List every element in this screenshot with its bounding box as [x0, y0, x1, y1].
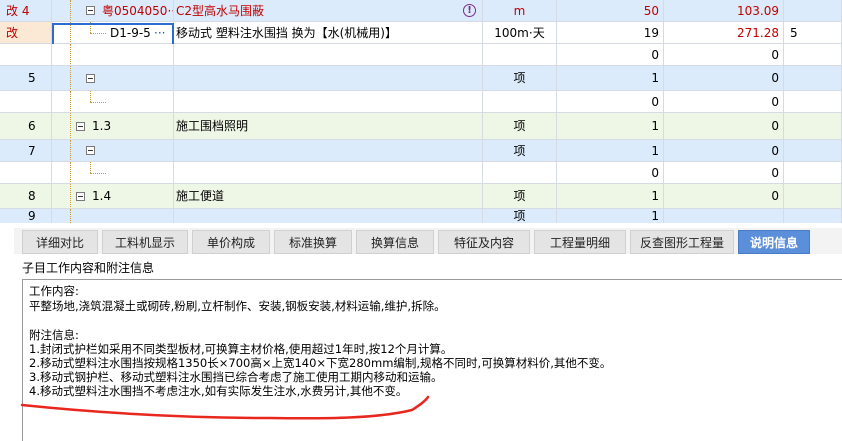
tab-description-info[interactable]: 说明信息 [738, 230, 810, 254]
quantity-cell[interactable]: 0 [557, 44, 664, 66]
tab-features-content[interactable]: 特征及内容 [438, 230, 530, 254]
work-content-text: 平整场地,浇筑混凝土或砌砖,粉刷,立杆制作、安装,钢板安装,材料运输,维护,拆除… [29, 299, 446, 313]
item-name: C2型高水马围蔽 [176, 4, 265, 18]
unit-cell[interactable]: 项 [483, 140, 557, 162]
table-row[interactable]: 8 1.4 施工便道 项 1 0 [0, 184, 842, 209]
quantity-cell[interactable]: 0 [557, 162, 664, 184]
detail-tab-bar: 详细对比 工料机显示 单价构成 标准换算 换算信息 特征及内容 工程量明细 反查… [14, 228, 842, 254]
price-cell[interactable]: 0 [664, 140, 784, 162]
table-row[interactable]: 改 D1-9-5 ··· 移动式 塑料注水围挡 换为【水(机械用)】 100m·… [0, 22, 842, 44]
item-code: 1.4 [92, 189, 112, 203]
tab-reverse-lookup-quantity[interactable]: 反查图形工程量 [630, 230, 734, 254]
table-row[interactable]: 6 1.3 施工围档照明 项 1 0 [0, 113, 842, 140]
row-number: 5 [0, 66, 52, 91]
row-number: 9 [0, 209, 52, 223]
collapse-icon[interactable] [86, 146, 95, 155]
table-row[interactable]: 9 项 1 [0, 209, 842, 223]
row-number: 7 [0, 140, 52, 162]
tab-labor-material-machine[interactable]: 工料机显示 [102, 230, 188, 254]
table-row[interactable]: 0 0 [0, 44, 842, 66]
price-cell[interactable]: 0 [664, 162, 784, 184]
modified-mark: 改 [6, 4, 19, 18]
price-cell[interactable]: 0 [664, 184, 784, 209]
more-button[interactable]: ··· [154, 22, 165, 43]
description-panel[interactable]: 工作内容: 平整场地,浇筑混凝土或砌砖,粉刷,立杆制作、安装,钢板安装,材料运输… [22, 279, 842, 441]
quantity-cell[interactable]: 1 [557, 184, 664, 209]
panel-title: 子目工作内容和附注信息 [22, 261, 155, 275]
unit-cell[interactable]: 项 [483, 66, 557, 91]
item-name[interactable]: 施工围档照明 [174, 113, 483, 140]
price-cell[interactable]: 271.28 [664, 22, 784, 44]
tab-detail-compare[interactable]: 详细对比 [22, 230, 98, 254]
price-cell[interactable]: 0 [664, 44, 784, 66]
item-code: D1-9-5 [110, 26, 151, 40]
unit-cell[interactable]: m [483, 0, 557, 22]
row-number: 4 [21, 4, 30, 18]
unit-cell[interactable]: 项 [483, 184, 557, 209]
collapse-icon[interactable] [86, 6, 95, 15]
quantity-cell[interactable]: 50 [557, 0, 664, 22]
price-cell[interactable]: 0 [664, 113, 784, 140]
row-number: 6 [0, 113, 52, 140]
tab-standard-conversion[interactable]: 标准换算 [274, 230, 352, 254]
table-row[interactable]: 5 项 1 0 [0, 66, 842, 91]
appendix-item: 4.移动式塑料注水围挡不考虑注水,如有实际发生注水,水费另计,其他不变。 [29, 384, 408, 398]
quantity-cell[interactable]: 1 [557, 209, 664, 223]
quantity-cell[interactable]: 0 [557, 91, 664, 113]
table-row[interactable]: 0 0 [0, 162, 842, 184]
warning-icon[interactable]: ! [463, 4, 476, 17]
extra-cell[interactable] [784, 0, 842, 22]
quantity-cell[interactable]: 1 [557, 140, 664, 162]
modified-mark: 改 [6, 26, 19, 40]
table-row[interactable]: 改 4 粤0504050··· C2型高水马围蔽! m 50 103.09 [0, 0, 842, 22]
quantity-cell[interactable]: 19 [557, 22, 664, 44]
bill-grid: 改 4 粤0504050··· C2型高水马围蔽! m 50 103.09 改 … [0, 0, 842, 223]
collapse-icon[interactable] [76, 192, 85, 201]
unit-cell[interactable]: 项 [483, 209, 557, 223]
price-cell[interactable]: 0 [664, 66, 784, 91]
unit-cell[interactable]: 项 [483, 113, 557, 140]
row-number: 8 [0, 184, 52, 209]
table-row[interactable]: 0 0 [0, 91, 842, 113]
tab-conversion-info[interactable]: 换算信息 [356, 230, 434, 254]
work-content-title: 工作内容: [29, 284, 79, 298]
collapse-icon[interactable] [86, 74, 95, 83]
item-name[interactable]: 施工便道 [174, 184, 483, 209]
collapse-icon[interactable] [76, 122, 85, 131]
extra-cell[interactable]: 5 [784, 22, 842, 44]
quantity-cell[interactable]: 1 [557, 113, 664, 140]
unit-cell[interactable]: 100m·天 [483, 22, 557, 44]
item-code: 粤0504050··· [102, 4, 174, 18]
quantity-cell[interactable]: 1 [557, 66, 664, 91]
table-row[interactable]: 7 项 1 0 [0, 140, 842, 162]
item-code: 1.3 [92, 119, 112, 133]
item-name[interactable]: 移动式 塑料注水围挡 换为【水(机械用)】 [174, 22, 483, 44]
tab-unit-price-composition[interactable]: 单价构成 [192, 230, 270, 254]
tab-quantity-detail[interactable]: 工程量明细 [534, 230, 626, 254]
price-cell[interactable]: 103.09 [664, 0, 784, 22]
price-cell[interactable]: 0 [664, 91, 784, 113]
